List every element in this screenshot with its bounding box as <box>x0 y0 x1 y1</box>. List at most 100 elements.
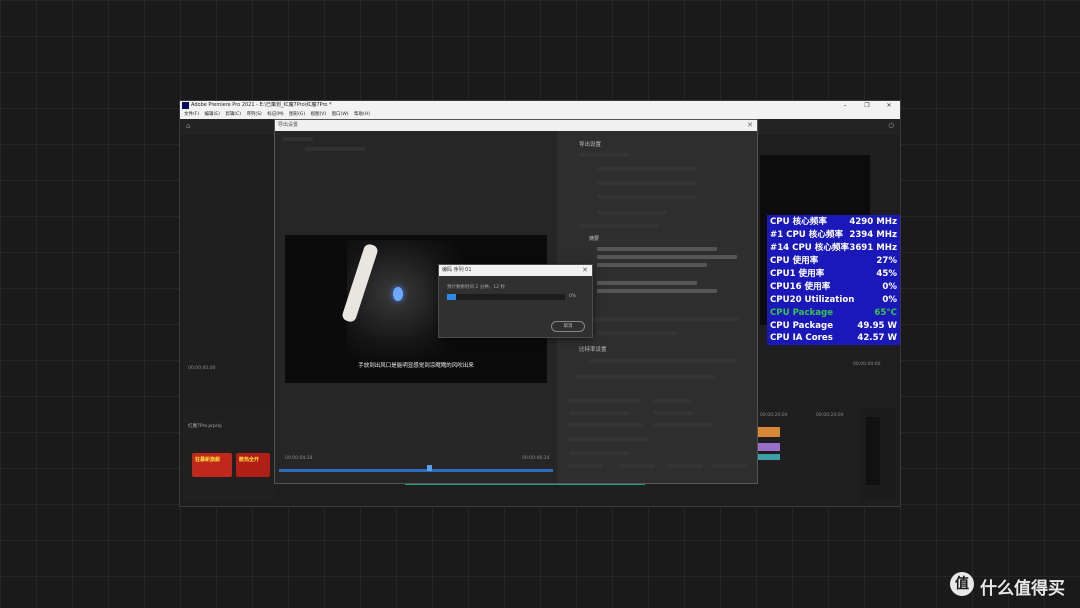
hw-value: 65°C <box>874 308 897 318</box>
menu-graphics[interactable]: 图形(G) <box>289 112 305 117</box>
video-clip[interactable] <box>758 454 780 460</box>
thumb-text: 狂暴新旗舰 <box>195 457 221 463</box>
export-dialog-title: 导出设置 <box>278 122 299 128</box>
hw-row: CPU IA Cores 42.57 W <box>770 332 897 345</box>
encoding-cancel-button[interactable]: 取消 <box>552 322 584 331</box>
menu-clip[interactable]: 剪辑(C) <box>225 112 241 117</box>
match-sequence-checkbox[interactable] <box>579 153 629 157</box>
audio-meter-panel <box>860 407 896 502</box>
timeline-tc-1: 00;00;20;00 <box>760 413 788 418</box>
close-window-button[interactable]: ✕ <box>878 101 900 110</box>
menu-edit[interactable]: 编辑(E) <box>205 112 220 117</box>
hw-row: CPU Package 65°C <box>770 307 897 320</box>
project-file-label: 红魔7Pro.prproj <box>188 424 222 429</box>
hw-value: 4290 MHz <box>849 217 897 227</box>
bitrate-dropdown[interactable] <box>587 359 737 363</box>
remaining-time-text: 预计剩余时间 2 分钟，12 秒 <box>447 285 505 290</box>
hw-row: CPU 核心频率 4290 MHz <box>770 216 897 229</box>
video-clip[interactable] <box>758 443 780 451</box>
settings-tabs[interactable] <box>569 317 739 321</box>
cancel-export-button[interactable] <box>712 464 748 468</box>
hw-row: #14 CPU 核心频率 3691 MHz <box>770 242 897 255</box>
hw-value: 45% <box>876 269 897 279</box>
minimize-button[interactable]: – <box>834 101 856 110</box>
program-timecode: 00:00:00:00 <box>853 362 881 367</box>
comment-field[interactable] <box>597 195 697 199</box>
hw-row: CPU1 使用率 45% <box>770 268 897 281</box>
output-name-field[interactable] <box>597 211 667 215</box>
watermark-text: 什么值得买 <box>980 579 1065 599</box>
audio-meter <box>866 417 880 485</box>
option-checkbox[interactable] <box>569 423 645 427</box>
hw-value: 0% <box>882 282 897 292</box>
option-checkbox[interactable] <box>653 423 713 427</box>
summary-line <box>597 255 737 259</box>
menu-help[interactable]: 帮助(H) <box>354 112 370 117</box>
summary-line <box>597 281 697 285</box>
encoding-progress-bar <box>447 294 565 300</box>
bitrate-heading: 比特率设置 <box>579 347 607 353</box>
timeline-tc-2: 00;00;24;00 <box>816 413 844 418</box>
video-subtitle: 手放到出风口是能明显感觉到凉飕飕的风吹出来 <box>358 363 474 369</box>
queue-button[interactable] <box>619 464 655 468</box>
export-range-bar[interactable] <box>279 469 553 472</box>
format-dropdown[interactable] <box>597 167 697 171</box>
menu-window[interactable]: 窗口(W) <box>332 112 349 117</box>
export-button[interactable] <box>667 464 703 468</box>
hw-label: CPU16 使用率 <box>770 282 831 292</box>
clip-thumbnail[interactable]: 散热全开 <box>236 453 270 477</box>
export-settings-heading: 导出设置 <box>579 142 602 148</box>
hardware-monitor-overlay: CPU 核心频率 4290 MHz #1 CPU 核心频率 2394 MHz #14… <box>767 215 900 345</box>
encoding-field[interactable] <box>597 331 677 335</box>
hw-value: 27% <box>876 256 897 266</box>
hw-row: CPU20 Utilization 0% <box>770 294 897 307</box>
menu-view[interactable]: 视图(V) <box>311 112 327 117</box>
thumb-text: 散热全开 <box>239 457 260 463</box>
source-timecode: 00;00;00;00 <box>188 366 216 371</box>
option-checkbox[interactable] <box>653 399 693 403</box>
share-icon[interactable]: ⏻ <box>888 122 894 131</box>
hw-label: CPU IA Cores <box>770 333 833 343</box>
encoding-progress-fill <box>447 294 457 300</box>
maximize-button[interactable]: ❐ <box>856 101 878 110</box>
summary-line <box>597 247 717 251</box>
menu-marker[interactable]: 标记(M) <box>267 112 283 117</box>
export-dialog-close-button[interactable]: ✕ <box>747 120 753 131</box>
encoding-progress-dialog: 编码 序列 01 ✕ 预计剩余时间 2 分钟，12 秒 0% 取消 <box>439 265 592 337</box>
export-video-checkbox[interactable] <box>579 224 659 228</box>
option-checkbox[interactable] <box>569 399 639 403</box>
scale-dropdown[interactable] <box>305 147 365 151</box>
time-interpolation[interactable] <box>569 437 649 441</box>
summary-line <box>597 289 717 293</box>
option-checkbox[interactable] <box>653 411 693 415</box>
metadata-button[interactable] <box>567 464 603 468</box>
menu-sequence[interactable]: 序列(S) <box>246 112 261 117</box>
project-panel: 红魔7Pro.prproj 狂暴新旗舰 散热全开 <box>182 407 274 502</box>
export-dialog-titlebar: 导出设置 ✕ <box>275 120 757 131</box>
hw-label: CPU1 使用率 <box>770 269 825 279</box>
hw-row: CPU16 使用率 0% <box>770 281 897 294</box>
bitrate-slider[interactable] <box>575 375 715 379</box>
menu-bar: 文件(F) 编辑(E) 剪辑(C) 序列(S) 标记(M) 图形(G) 视图(V… <box>180 110 900 119</box>
export-playhead[interactable] <box>427 465 432 471</box>
window-titlebar: Adobe Premiere Pro 2021 - E:\已策划_红魔7Pro\… <box>180 101 900 110</box>
home-icon[interactable]: ⌂ <box>186 122 190 130</box>
menu-file[interactable]: 文件(F) <box>184 112 199 117</box>
summary-label: 摘要 <box>589 236 600 242</box>
audio-clip[interactable] <box>758 427 780 437</box>
in-point-timecode: 00:00:04:28 <box>285 456 313 461</box>
option-checkbox[interactable] <box>569 411 629 415</box>
hw-label: CPU 核心频率 <box>770 217 827 227</box>
hw-label: #1 CPU 核心频率 <box>770 230 844 240</box>
hw-value: 2394 MHz <box>849 230 897 240</box>
premiere-logo-icon <box>182 102 189 109</box>
source-tab[interactable] <box>283 137 313 141</box>
clip-thumbnail[interactable]: 狂暴新旗舰 <box>192 453 232 477</box>
hw-value: 0% <box>882 295 897 305</box>
out-point-timecode: 00:00:06:24 <box>522 456 550 461</box>
fan-light <box>393 287 403 301</box>
preset-dropdown[interactable] <box>597 181 697 185</box>
hw-label: #14 CPU 核心频率 <box>770 243 850 253</box>
hw-label: CPU Package <box>770 308 834 318</box>
encoding-close-button[interactable]: ✕ <box>582 265 588 276</box>
